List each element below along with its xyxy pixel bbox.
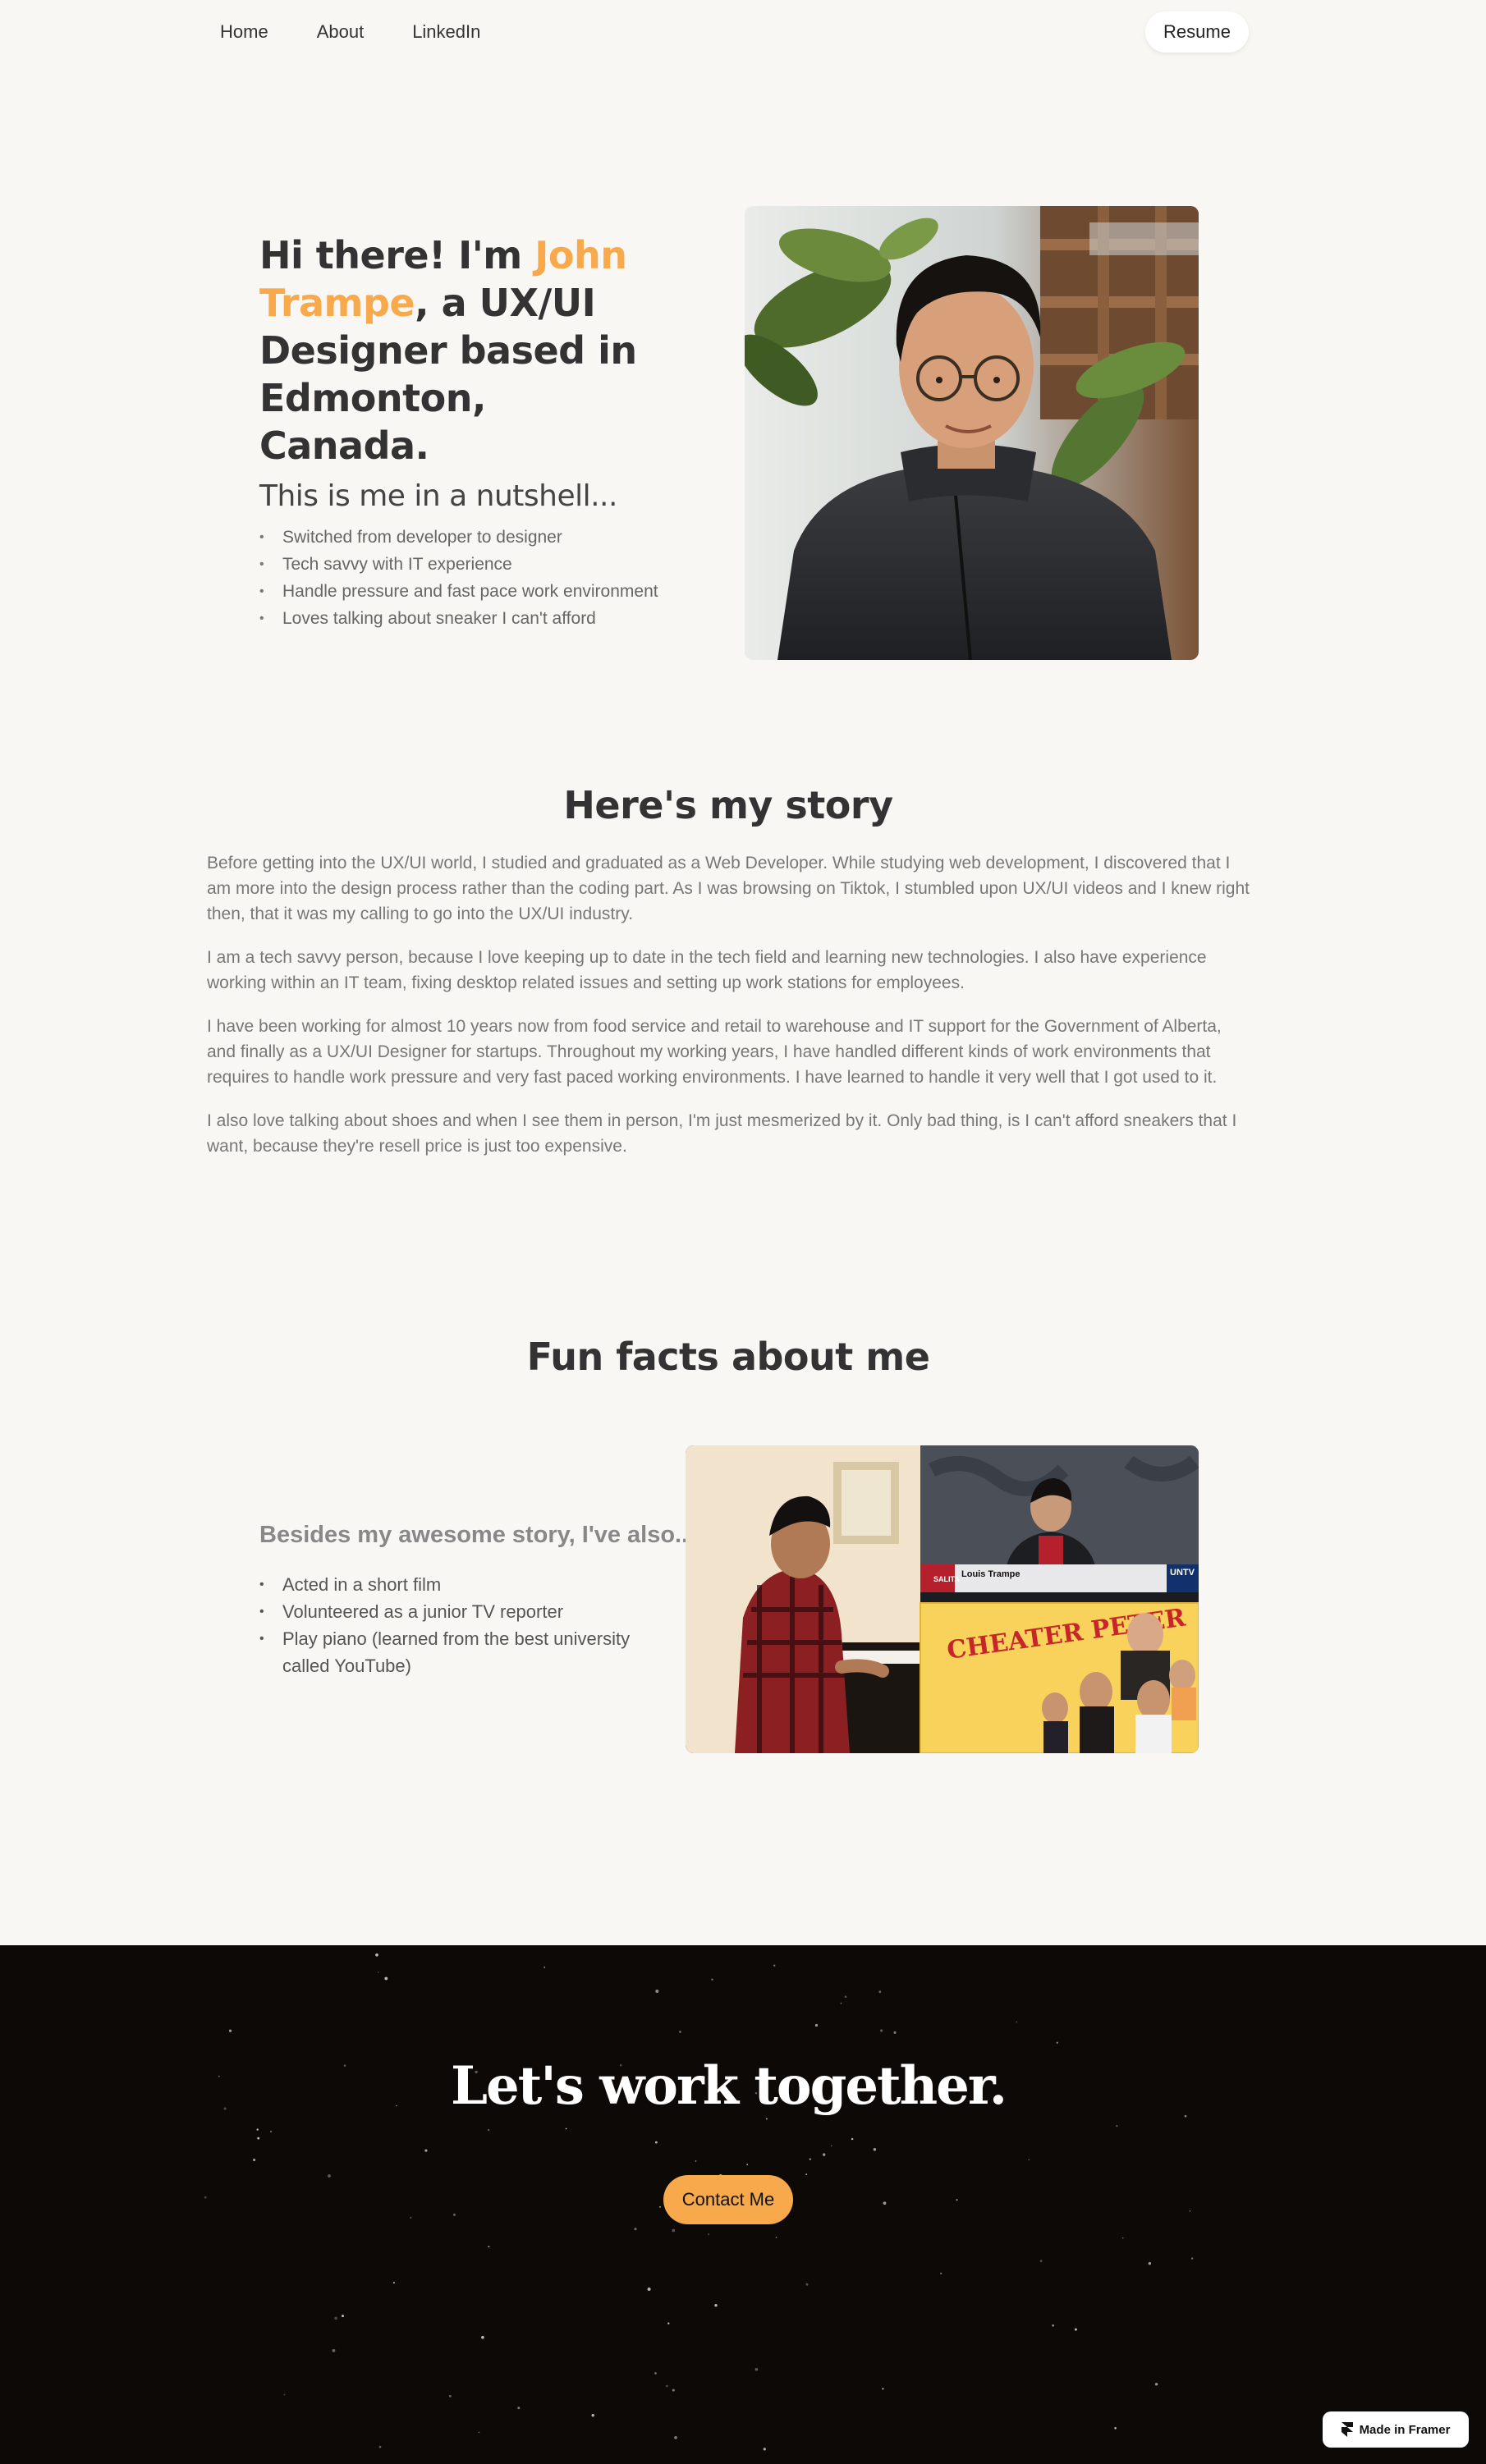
nav-home-link[interactable]: Home bbox=[220, 20, 268, 44]
piano-photo bbox=[686, 1445, 920, 1753]
fun-facts-heading: Fun facts about me bbox=[526, 1335, 930, 1379]
nutshell-heading: This is me in a nutshell... bbox=[259, 479, 617, 513]
fun-facts-collage: SALITA UNTV Louis Trampe CHEATER PETER bbox=[686, 1445, 1199, 1753]
list-item: Tech savvy with IT experience bbox=[259, 551, 719, 578]
film-poster: CHEATER PETER bbox=[920, 1602, 1199, 1753]
list-item: Switched from developer to designer bbox=[259, 524, 719, 551]
list-item: Handle pressure and fast pace work envir… bbox=[259, 578, 719, 605]
tv-reporter-photo: SALITA UNTV Louis Trampe bbox=[920, 1445, 1199, 1603]
made-in-framer-badge[interactable]: Made in Framer bbox=[1323, 2411, 1469, 2448]
nutshell-list: Switched from developer to designer Tech… bbox=[259, 524, 719, 632]
list-item: Loves talking about sneaker I can't affo… bbox=[259, 605, 719, 632]
svg-text:SALITA: SALITA bbox=[933, 1575, 960, 1583]
hero-title-prefix: Hi there! I'm bbox=[259, 233, 535, 277]
story-paragraph: I also love talking about shoes and when… bbox=[207, 1111, 1237, 1156]
resume-button[interactable]: Resume bbox=[1145, 11, 1249, 53]
footer: Let's work together. Contact Me Made in … bbox=[0, 1945, 1486, 2464]
framer-logo-icon bbox=[1341, 2422, 1353, 2437]
tv-caption: Louis Trampe bbox=[961, 1569, 1020, 1579]
nav-linkedin-link[interactable]: LinkedIn bbox=[412, 20, 480, 44]
top-nav: Home About LinkedIn Resume bbox=[0, 0, 1486, 64]
portrait-photo bbox=[745, 206, 1199, 660]
tv-logo: UNTV bbox=[1170, 1568, 1195, 1578]
fun-facts-list: Acted in a short film Volunteered as a j… bbox=[259, 1571, 670, 1679]
contact-me-button[interactable]: Contact Me bbox=[663, 2175, 793, 2224]
badge-label: Made in Framer bbox=[1359, 2422, 1451, 2437]
nav-about-link[interactable]: About bbox=[317, 20, 365, 44]
story-paragraph: I am a tech savvy person, because I love… bbox=[207, 948, 1207, 992]
hero-title: Hi there! I'm John Trampe, a UX/UI Desig… bbox=[259, 231, 654, 469]
story-heading: Here's my story bbox=[563, 783, 893, 827]
fun-facts-subheading: Besides my awesome story, I've also... bbox=[259, 1522, 695, 1548]
story-paragraph: I have been working for almost 10 years … bbox=[207, 1017, 1222, 1087]
cta-heading: Let's work together. bbox=[451, 2055, 1007, 2117]
list-item: Volunteered as a junior TV reporter bbox=[259, 1598, 670, 1625]
story-body: Before getting into the UX/UI world, I s… bbox=[207, 850, 1254, 1177]
story-paragraph: Before getting into the UX/UI world, I s… bbox=[207, 854, 1250, 923]
nav-links: Home About LinkedIn bbox=[220, 20, 529, 44]
list-item: Acted in a short film bbox=[259, 1571, 670, 1598]
list-item: Play piano (learned from the best univer… bbox=[259, 1625, 670, 1679]
